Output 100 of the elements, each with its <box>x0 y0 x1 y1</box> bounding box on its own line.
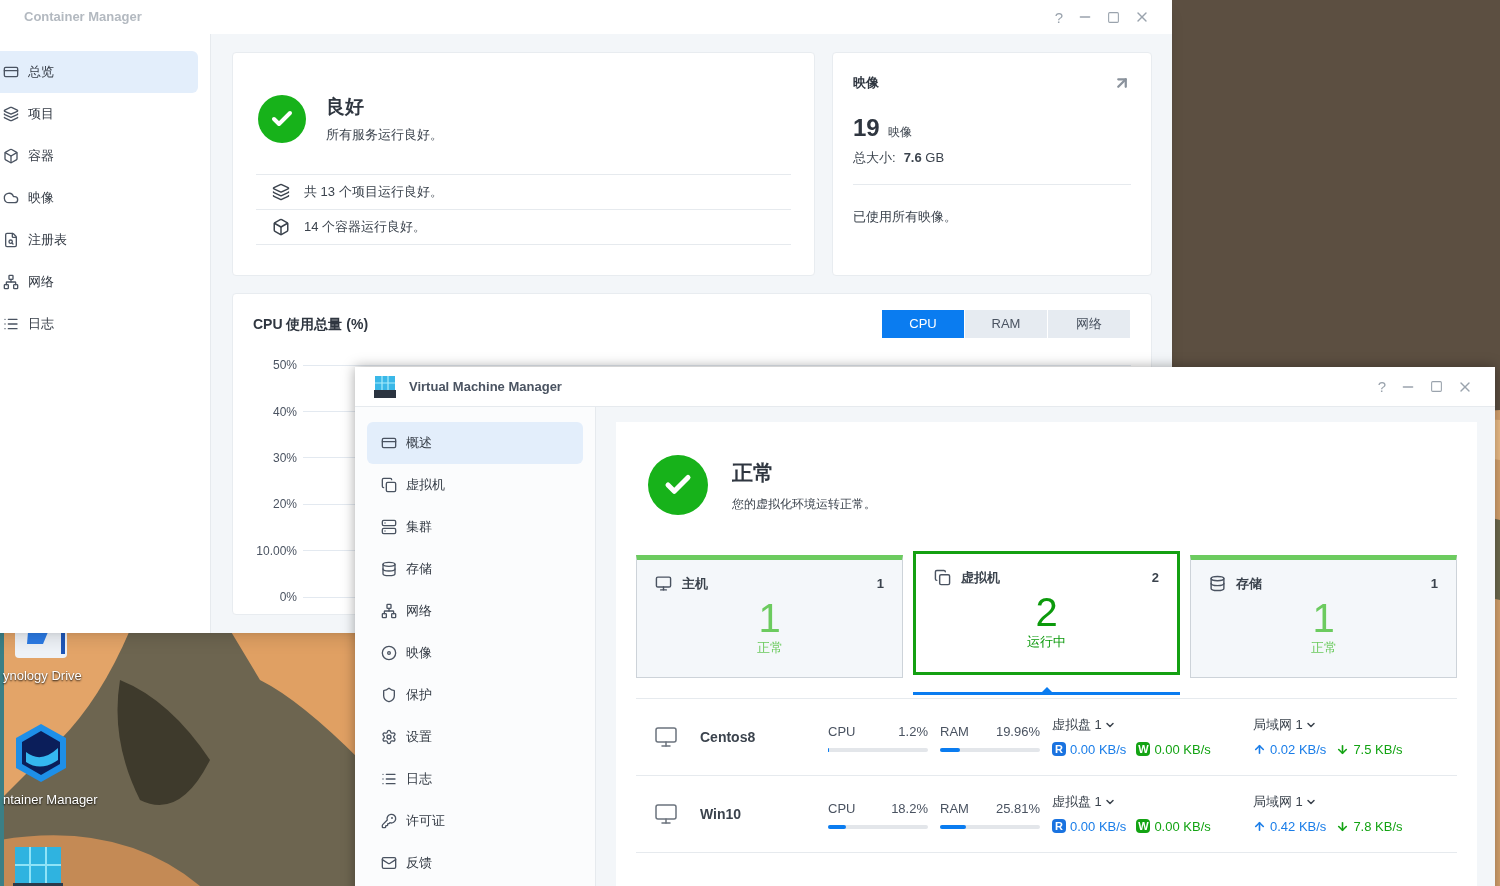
drive-app-icon[interactable] <box>13 633 69 660</box>
sidebar-item[interactable]: 网络 <box>367 590 583 632</box>
read-rate: 0.00 KB/s <box>1070 740 1127 759</box>
arrow-down-icon <box>1336 819 1350 833</box>
monitor-icon <box>654 725 678 749</box>
list-icon <box>381 771 397 787</box>
size-label: 总大小: <box>853 148 896 167</box>
summary-count: 1 <box>1430 575 1438 593</box>
shield-icon <box>381 687 397 703</box>
card-title: 映像 <box>853 74 879 92</box>
layers-icon <box>3 106 19 122</box>
disk-dropdown[interactable]: 虚拟盘 1 <box>1052 792 1253 812</box>
metric-value: 1.2% <box>898 723 928 742</box>
sidebar-item[interactable]: 容器 <box>0 135 198 177</box>
image-count: 19 <box>853 112 880 143</box>
sidebar-item[interactable]: 存储 <box>367 548 583 590</box>
status-message: 您的虚拟化环境运转正常。 <box>732 495 876 513</box>
sidebar-item[interactable]: 映像 <box>0 177 198 219</box>
monitor-icon <box>655 575 672 593</box>
axis-label: 20% <box>271 496 297 514</box>
check-icon <box>258 94 306 143</box>
chart-tab[interactable]: CPU <box>882 310 965 338</box>
maximize-icon[interactable] <box>1107 10 1120 24</box>
summary-number: 1 <box>1312 597 1335 638</box>
sidebar-item[interactable]: 映像 <box>367 632 583 674</box>
vm-row[interactable]: Win10 CPU 18.2% RAM 25.81% 虚拟盘 1 R 0.00 KB/s W 0.00 KB/s 局域网 1 0.42 KB/s 7.8 KB/s <box>636 776 1457 853</box>
summary-number: 1 <box>758 597 781 638</box>
metric-value: 25.81% <box>995 800 1040 819</box>
sidebar-item[interactable]: 许可证 <box>367 800 583 842</box>
metric-value: 19.96% <box>995 723 1040 742</box>
sidebar-item[interactable]: 反馈 <box>367 842 583 884</box>
chart-tab[interactable]: RAM <box>965 310 1048 338</box>
check-icon <box>648 455 708 515</box>
disk-dropdown[interactable]: 虚拟盘 1 <box>1052 715 1253 735</box>
write-badge: W <box>1136 819 1151 834</box>
status-line: 共 13 个项目运行良好。 <box>304 183 443 202</box>
network-dropdown[interactable]: 局域网 1 <box>1253 792 1403 812</box>
metric-value: 18.2% <box>891 800 928 819</box>
disc-icon <box>381 645 397 661</box>
metric-label: CPU <box>828 723 856 742</box>
sidebar-item[interactable]: 日志 <box>0 303 198 345</box>
hexagon-app-icon[interactable] <box>13 722 69 784</box>
status-message: 所有服务运行良好。 <box>326 125 443 144</box>
grid-app-icon[interactable] <box>13 845 63 886</box>
sidebar-item[interactable]: 集群 <box>367 506 583 548</box>
size-value: 7.6 GB <box>903 148 945 167</box>
summary-state: 正常 <box>1310 638 1337 657</box>
layers-icon <box>272 183 290 201</box>
copy-icon <box>934 569 951 587</box>
maximize-icon[interactable] <box>1430 380 1443 393</box>
write-rate: 0.00 KB/s <box>1154 817 1211 836</box>
axis-label: 50% <box>271 357 297 375</box>
axis-label: 10.00% <box>255 542 297 560</box>
status-title: 正常 <box>732 460 775 487</box>
window-title: Virtual Machine Manager <box>409 377 562 396</box>
sidebar-item[interactable]: 总览 <box>0 51 198 93</box>
sidebar-item[interactable]: 虚拟机 <box>367 464 583 506</box>
summary-state: 运行中 <box>1027 632 1066 651</box>
summary-card[interactable]: 虚拟机 2 2 运行中 <box>913 551 1180 675</box>
app-label[interactable]: ntainer Manager <box>3 790 98 810</box>
sidebar-item[interactable]: 注册表 <box>0 219 198 261</box>
sidebar-item[interactable]: 设置 <box>367 716 583 758</box>
sidebar-item[interactable]: 概述 <box>367 422 583 464</box>
sidebar-item[interactable]: 保护 <box>367 674 583 716</box>
sidebar-item[interactable]: 日志 <box>367 758 583 800</box>
axis-label: 40% <box>271 403 297 421</box>
card-icon <box>3 64 19 80</box>
vm-row[interactable]: Centos8 CPU 1.2% RAM 19.96% 虚拟盘 1 R 0.00 KB/s W 0.00 KB/s 局域网 1 0.02 KB/s 7.5 KB/s <box>636 699 1457 776</box>
summary-title: 存储 <box>1236 575 1262 593</box>
key-icon <box>381 813 397 829</box>
summary-number: 2 <box>1035 591 1058 632</box>
network-dropdown[interactable]: 局域网 1 <box>1253 715 1403 735</box>
axis-label: 0% <box>278 589 297 607</box>
download-rate: 7.5 KB/s <box>1353 740 1403 759</box>
arrow-down-icon <box>1336 742 1350 756</box>
list-icon <box>3 316 19 332</box>
upload-rate: 0.02 KB/s <box>1270 740 1327 759</box>
count-unit: 映像 <box>887 123 912 141</box>
sidebar-item[interactable]: 项目 <box>0 93 198 135</box>
summary-count: 1 <box>876 575 884 593</box>
download-rate: 7.8 KB/s <box>1353 817 1403 836</box>
status-line: 14 个容器运行良好。 <box>304 218 427 237</box>
metric-label: RAM <box>940 723 969 742</box>
summary-card[interactable]: 主机 1 1 正常 <box>636 555 903 678</box>
sidebar-item[interactable]: 网络 <box>0 261 198 303</box>
copy-icon <box>381 477 397 493</box>
summary-card[interactable]: 存储 1 1 正常 <box>1190 555 1457 678</box>
metric-label: RAM <box>940 800 969 819</box>
monitor-icon <box>654 802 678 826</box>
write-badge: W <box>1136 742 1151 757</box>
card-icon <box>381 435 397 451</box>
cloud-icon <box>3 190 19 206</box>
read-badge: R <box>1052 742 1066 757</box>
read-rate: 0.00 KB/s <box>1070 817 1127 836</box>
summary-count: 2 <box>1151 569 1159 587</box>
network-icon <box>3 274 19 290</box>
status-title: 良好 <box>326 95 365 119</box>
chart-title: CPU 使用总量 (%) <box>253 314 369 334</box>
upload-rate: 0.42 KB/s <box>1270 817 1327 836</box>
chart-tab[interactable]: 网络 <box>1048 310 1131 338</box>
